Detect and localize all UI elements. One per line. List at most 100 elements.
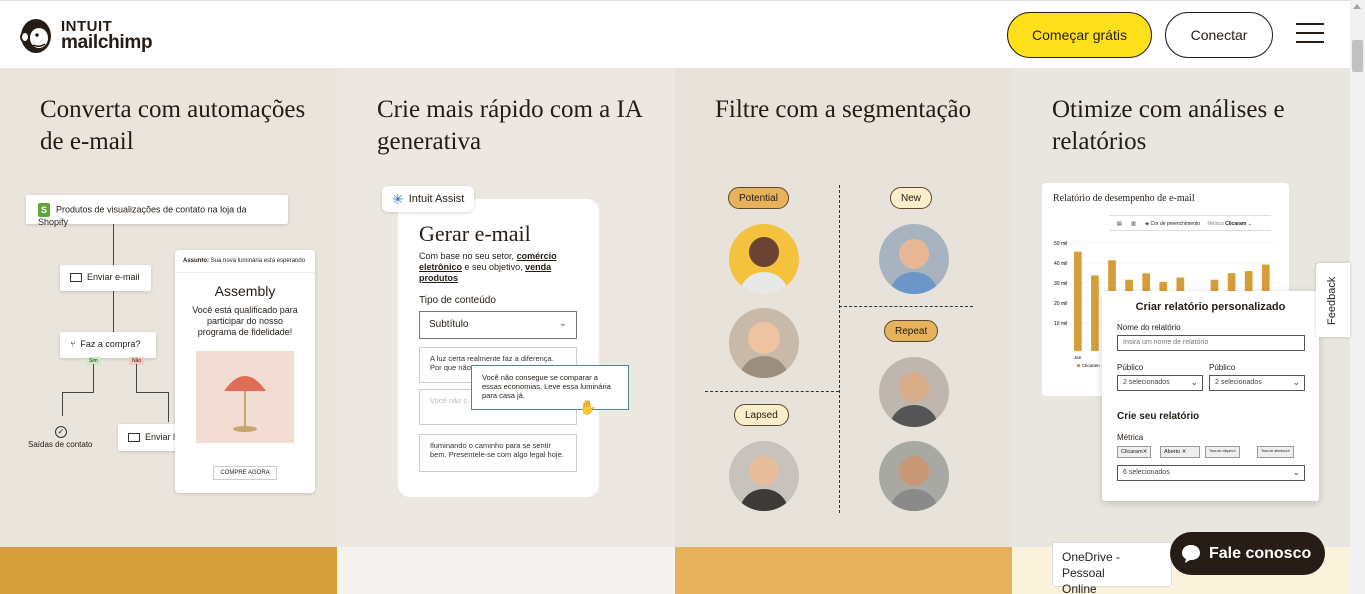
email-cta-button: COMPRE AGORA — [213, 466, 277, 480]
email-preview-card: Assunto: Sua nova luminária está esperan… — [175, 250, 315, 493]
exit-check-icon: ✓ — [55, 426, 67, 438]
report-title: Relatório de desempenho de e-mail — [1053, 193, 1195, 204]
lamp-icon — [224, 376, 266, 432]
metric-chip[interactable]: Aberto ✕ — [1160, 446, 1200, 458]
send-email-label: Enviar e-mail — [87, 272, 140, 282]
snippet-3[interactable]: Iluminando o caminho para se sentir bem.… — [419, 434, 577, 472]
custom-report-title: Criar relatório personalizado — [1135, 301, 1286, 313]
panel-automation: Converta com automações de e-mail S Produ… — [0, 68, 337, 547]
report-toolbar: ▤ ▥ ◈ Cor de preenchimento Métrica Clica… — [1109, 215, 1271, 231]
send-email-step: Enviar e-mail — [60, 265, 151, 291]
tag-potential: Potential — [728, 187, 789, 209]
purchase-question: Faz a compra? — [80, 339, 141, 349]
y-tick-label: 40 mil — [1054, 261, 1067, 267]
scroll-up-arrow-icon[interactable] — [1353, 4, 1361, 9]
exits-label: Saídas de contato — [28, 440, 93, 449]
avatar — [729, 308, 799, 378]
align-left-icon[interactable]: ▤ — [1117, 221, 1122, 227]
feedback-tab[interactable]: Feedback — [1316, 263, 1350, 337]
purchase-decision-step: ⑂ Faz a compra? — [60, 332, 156, 358]
panel-ai: Crie mais rápido com a IA generativa Ger… — [337, 68, 675, 547]
site-header: INTUIT mailchimp Começar grátis Conectar — [0, 0, 1350, 68]
scroll-thumb[interactable] — [1352, 40, 1363, 72]
login-button[interactable]: Conectar — [1165, 12, 1273, 58]
metric-select[interactable]: 6 selecionados ⌄ — [1117, 465, 1305, 481]
panel-title: Filtre com a segmentação — [715, 96, 972, 123]
panel-title: Crie mais rápido com a IA generativa — [377, 96, 642, 155]
panel-segmentation: Filtre com a segmentação Potential New R… — [675, 68, 1012, 547]
metric-chip[interactable]: Taxa de cliques✕ — [1205, 446, 1241, 458]
hand-cursor-icon: ✋ — [579, 399, 597, 415]
create-report-heading: Crie seu relatório — [1117, 411, 1200, 422]
mailchimp-logo[interactable]: INTUIT mailchimp — [17, 15, 153, 55]
trigger-text: Produtos de visualizações de contato na … — [38, 204, 247, 227]
content-type-select[interactable]: Subtítulo ⌄ — [419, 311, 577, 339]
intuit-assist-label: Intuit Assist — [408, 193, 465, 205]
sparkle-icon: ✳ — [392, 190, 404, 207]
intuit-assist-tag: ✳ Intuit Assist — [382, 186, 475, 212]
audience-label-2: Público — [1209, 363, 1236, 372]
report-name-input[interactable]: Insira um nome de relatório — [1117, 335, 1305, 351]
y-tick-label: 30 mil — [1054, 281, 1067, 287]
mail-icon — [128, 433, 140, 443]
start-free-button[interactable]: Começar grátis — [1007, 12, 1152, 58]
content-type-label: Tipo de conteúdo — [419, 295, 496, 306]
generate-email-card: Gerar e-mail Com base no seu setor, comé… — [398, 199, 599, 497]
audience-label-1: Público — [1117, 363, 1144, 372]
card-title: Gerar e-mail — [419, 221, 531, 246]
legend-label: Clicaram — [1082, 363, 1100, 368]
avatar — [879, 357, 949, 427]
tag-lapsed: Lapsed — [734, 404, 789, 426]
panel-title: Converta com automações de e-mail — [40, 96, 306, 155]
shopify-icon: S — [38, 203, 50, 217]
chart-bar — [1091, 275, 1099, 351]
page-scrollbar[interactable] — [1350, 0, 1365, 594]
chevron-down-icon: ⌄ — [1292, 467, 1300, 477]
avatar — [729, 441, 799, 511]
card-intro: Com base no seu setor, comércio eletrôni… — [419, 251, 557, 283]
lamp-image — [196, 351, 294, 443]
metric-chip[interactable]: Clicaram✕ — [1117, 446, 1152, 458]
fill-bucket-icon[interactable]: ◈ — [1145, 221, 1149, 227]
onedrive-tooltip: OneDrive - Pessoal Online — [1052, 542, 1172, 594]
snippet-popup[interactable]: Você não consegue se comparar a essas ec… — [471, 365, 629, 410]
metric-label: Métrica — [1117, 433, 1144, 442]
legend-swatch — [1077, 364, 1080, 367]
contact-chat-button[interactable]: Fale conosco — [1170, 532, 1325, 575]
split-icon: ⑂ — [70, 339, 76, 349]
freddie-icon — [20, 19, 51, 53]
bottom-strip — [0, 547, 337, 594]
feedback-label: Feedback — [1326, 276, 1338, 325]
metric-chip[interactable]: Taxa de abertura✕ — [1257, 446, 1295, 458]
chat-bubble-icon — [1182, 544, 1200, 563]
x-tick-label: Jan — [1074, 355, 1082, 360]
y-tick-label: 10 mil — [1054, 321, 1067, 327]
hamburger-menu-icon[interactable] — [1296, 23, 1324, 45]
chevron-down-icon: ⌄ — [1292, 377, 1300, 387]
chevron-down-icon: ⌄ — [558, 318, 567, 329]
shopify-trigger-card: S Produtos de visualizações de contato na… — [26, 195, 288, 227]
avatar — [879, 441, 949, 511]
align-right-icon[interactable]: ▥ — [1131, 221, 1136, 227]
avatar — [879, 224, 949, 294]
panel-analytics: Otimize com análises e relatórios Relató… — [1012, 68, 1350, 547]
mail-icon — [70, 273, 82, 283]
audience-select-2[interactable]: 2 selecionados ⌄ — [1209, 375, 1305, 391]
y-tick-label: 20 mil — [1054, 301, 1067, 307]
audience-select-1[interactable]: 2 selecionados ⌄ — [1117, 375, 1203, 391]
chevron-down-icon: ⌄ — [1190, 377, 1198, 387]
email-brand: Assembly — [214, 283, 276, 299]
custom-report-panel: Criar relatório personalizado Nome do re… — [1102, 291, 1319, 501]
email-body: Você está qualificado para participar do… — [192, 305, 298, 337]
avatar — [729, 224, 799, 294]
chart-bar — [1074, 251, 1082, 351]
tag-repeat: Repeat — [884, 320, 939, 342]
bottom-strip — [675, 547, 1012, 594]
y-tick-label: 50 mil — [1054, 241, 1067, 247]
email-subject-line: Assunto: Sua nova luminária está esperan… — [175, 250, 315, 273]
report-name-label: Nome do relatório — [1117, 323, 1181, 332]
bottom-strip — [337, 547, 675, 594]
panel-title: Otimize com análises e relatórios — [1052, 96, 1285, 155]
tag-new: New — [890, 187, 933, 209]
logo-mailchimp-text: mailchimp — [61, 32, 153, 53]
